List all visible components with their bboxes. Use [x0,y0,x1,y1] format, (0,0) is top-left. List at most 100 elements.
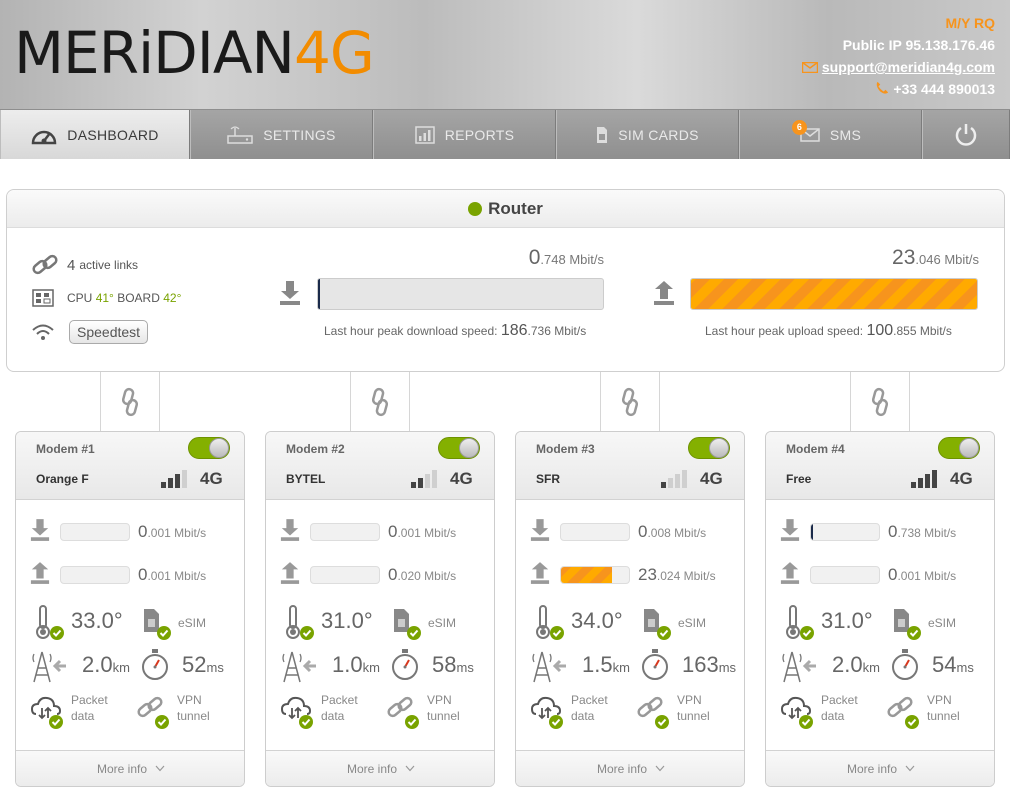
modem-download-bar [60,523,130,541]
vpn-tunnel-icon [887,696,919,729]
modem-card-4: Modem #4 Free 4G 0.738 Mbit/s 0.001 Mbit… [765,431,995,787]
sim-type: eSIM [928,616,957,630]
tab-dashboard[interactable]: DASHBOARD [0,110,190,159]
modem-download-rate: 0.001 Mbit/s [388,522,457,541]
tab-reports[interactable]: REPORTS [373,110,556,159]
toggle-knob [709,438,729,458]
cloud-data-icon [530,696,563,729]
router-download-bar [317,278,604,310]
download-icon [30,519,50,541]
gauge-icon [32,130,57,144]
thermometer-icon [36,605,64,640]
toggle-knob [459,438,479,458]
modem-header: Modem #1 Orange F 4G [16,432,244,500]
upload-icon [530,562,550,584]
logout-button[interactable] [922,110,1010,159]
sim-icon [894,609,921,640]
header: MERiDIAN4G M/Y RQ Public IP 95.138.176.4… [0,0,1010,110]
tower-distance: 1.0km [332,652,380,677]
router-title: Router [488,198,543,218]
public-ip: Public IP 95.138.176.46 [842,37,995,53]
modem-enable-toggle[interactable] [938,437,980,459]
bar-fill [691,279,977,309]
network-type: 4G [200,469,223,488]
router-download-peak: Last hour peak download speed: 186.736 M… [324,322,587,339]
tower-distance: 2.0km [832,652,880,677]
modem-name: Modem #1 [36,442,95,456]
modem-upload-rate: 23.024 Mbit/s [638,565,716,584]
main-nav: DASHBOARD SETTINGS REPORTS SIM CARDS 6 S… [0,110,1010,159]
cloud-data-icon [780,696,813,729]
support-email-link[interactable]: support@meridian4g.com [822,59,995,75]
thermometer-icon [786,605,814,640]
thermometer-icon [536,605,564,640]
logo[interactable]: MERiDIAN4G [14,24,375,82]
router-panel: Router 4 active links CPU 41° BOARD 42° … [6,189,1005,372]
router-upload-bar [690,278,978,310]
bar-marker [318,279,320,309]
tab-sim-cards[interactable]: SIM CARDS [556,110,739,159]
tower-distance: 1.5km [582,652,630,677]
modem-name: Modem #2 [286,442,345,456]
link-icon [32,254,58,275]
more-info-button[interactable]: More info [766,750,994,786]
upload-icon [654,281,674,305]
chevron-down-icon [155,765,165,772]
modem-upload-bar [560,566,630,584]
link-connector-2 [350,372,410,432]
modem-upload-rate: 0.020 Mbit/s [388,565,457,584]
cloud-data-icon [280,696,313,729]
modem-ping: 52ms [182,652,224,677]
wifi-icon [32,324,54,340]
link-connector-3 [600,372,660,432]
link-connector-1 [100,372,160,432]
cloud-data-icon [30,696,63,729]
router-icon [227,125,254,144]
modem-download-bar [310,523,380,541]
tab-sms[interactable]: 6 SMS [739,110,922,159]
cell-tower-icon [282,651,316,683]
packet-data-label: Packet data [571,693,608,723]
network-type: 4G [450,469,473,488]
stopwatch-icon [892,649,918,680]
modem-ping: 54ms [932,652,974,677]
modem-enable-toggle[interactable] [438,437,480,459]
link-icon [872,387,888,417]
signal-strength-icon [911,470,939,488]
phone-icon [877,81,889,94]
sim-icon [394,609,421,640]
sim-icon [597,126,608,143]
cell-tower-icon [532,651,566,683]
chevron-down-icon [405,765,415,772]
tab-settings[interactable]: SETTINGS [190,110,373,159]
vpn-tunnel-label: VPN tunnel [677,693,710,723]
modem-temperature: 31.0° [321,608,373,633]
network-type: 4G [700,469,723,488]
vpn-tunnel-icon [637,696,669,729]
signal-strength-icon [661,470,689,488]
upload-icon [280,562,300,584]
toggle-knob [209,438,229,458]
upload-icon [30,562,50,584]
vpn-tunnel-label: VPN tunnel [427,693,460,723]
download-icon [280,281,300,305]
more-info-button[interactable]: More info [266,750,494,786]
more-info-button[interactable]: More info [16,750,244,786]
modem-upload-bar [810,566,880,584]
vpn-tunnel-icon [387,696,419,729]
more-info-button[interactable]: More info [516,750,744,786]
modem-upload-bar [310,566,380,584]
stopwatch-icon [392,649,418,680]
modem-download-rate: 0.008 Mbit/s [638,522,707,541]
bar-fill [561,567,612,583]
tower-distance: 2.0km [82,652,130,677]
modem-carrier: Orange F [36,472,89,486]
modem-enable-toggle[interactable] [188,437,230,459]
modem-ping: 58ms [432,652,474,677]
modem-card-2: Modem #2 BYTEL 4G 0.001 Mbit/s 0.020 Mbi… [265,431,495,787]
speedtest-button[interactable]: Speedtest [69,320,149,344]
modem-carrier: BYTEL [286,472,326,486]
modem-enable-toggle[interactable] [688,437,730,459]
cell-tower-icon [782,651,816,683]
modem-temperature: 31.0° [821,608,873,633]
